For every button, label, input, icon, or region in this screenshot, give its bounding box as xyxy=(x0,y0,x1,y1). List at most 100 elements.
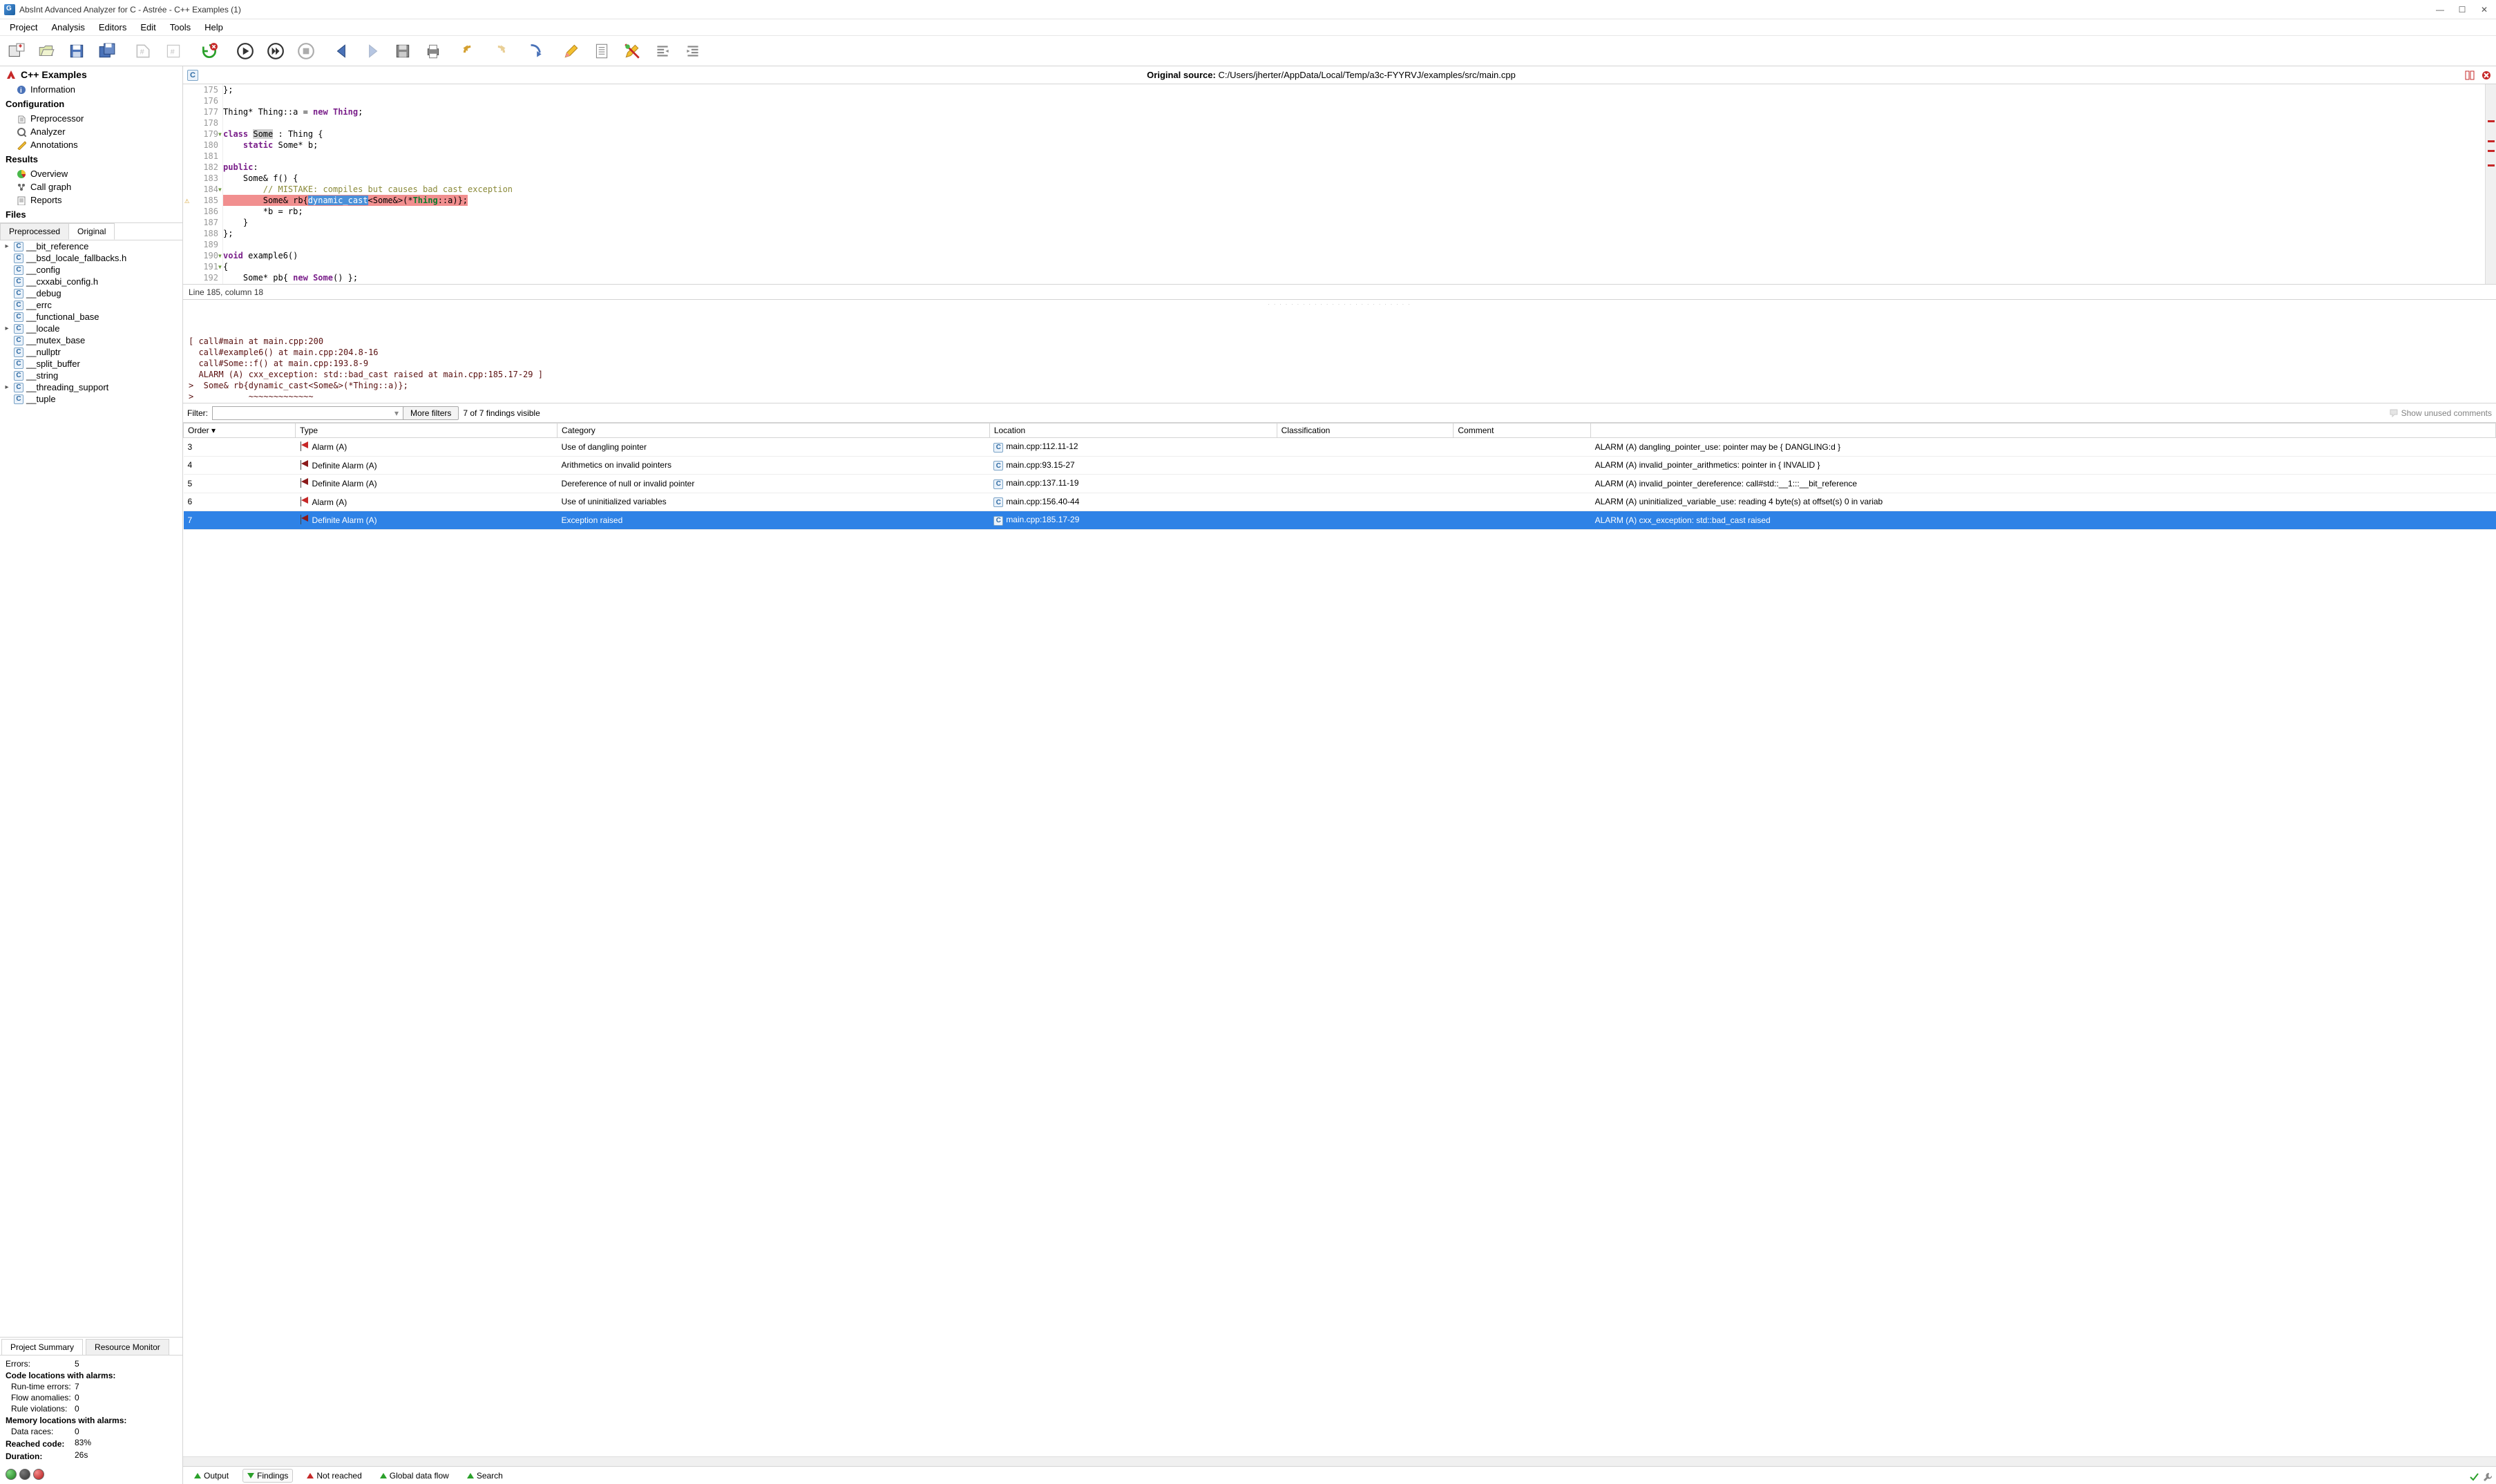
show-unused-comments[interactable]: Show unused comments xyxy=(2389,408,2492,418)
menu-analysis[interactable]: Analysis xyxy=(44,19,91,35)
wrench-icon[interactable] xyxy=(2482,1472,2493,1483)
more-filters-button[interactable]: More filters xyxy=(403,406,459,420)
close-panel-icon[interactable] xyxy=(2481,70,2492,81)
bottom-tab-not-reached[interactable]: Not reached xyxy=(303,1469,365,1482)
split-icon[interactable] xyxy=(2464,70,2475,81)
menu-edit[interactable]: Edit xyxy=(133,19,162,35)
results-call-graph[interactable]: Call graph xyxy=(0,180,182,193)
bottom-tab-findings[interactable]: Findings xyxy=(242,1469,293,1483)
project-node[interactable]: C++ Examples xyxy=(0,66,182,83)
results-overview[interactable]: Overview xyxy=(0,167,182,180)
editor-status: Line 185, column 18 xyxy=(183,285,2496,300)
file-item[interactable]: C__cxxabi_config.h xyxy=(0,276,182,287)
findings-header[interactable]: Classification xyxy=(1277,424,1454,438)
back-button[interactable] xyxy=(327,38,356,64)
refresh-error-button[interactable] xyxy=(195,38,224,64)
forward-button[interactable] xyxy=(358,38,387,64)
line-gutter: 175176177178179▾180181182183184▾⚠1851861… xyxy=(183,84,223,284)
print-button[interactable] xyxy=(419,38,448,64)
titlebar: AbsInt Advanced Analyzer for C - Astrée … xyxy=(0,0,2496,19)
menu-help[interactable]: Help xyxy=(198,19,230,35)
tab-project-summary[interactable]: Project Summary xyxy=(1,1339,83,1355)
file-item[interactable]: ▸C__locale xyxy=(0,323,182,334)
file-item[interactable]: C__split_buffer xyxy=(0,358,182,370)
file-item[interactable]: C__mutex_base xyxy=(0,334,182,346)
file-item[interactable]: C__functional_base xyxy=(0,311,182,323)
menu-editors[interactable]: Editors xyxy=(92,19,133,35)
save-disk-button[interactable] xyxy=(388,38,417,64)
save-as-button[interactable] xyxy=(93,38,122,64)
findings-header[interactable]: Order ▾ xyxy=(184,424,296,438)
resize-handle[interactable]: . . . . . . . . . . . . . . . . . . . . … xyxy=(1268,300,1411,309)
tab-preprocessed[interactable]: Preprocessed xyxy=(0,223,69,240)
save-button[interactable] xyxy=(62,38,91,64)
highlight-button[interactable] xyxy=(618,38,647,64)
message-pane[interactable]: . . . . . . . . . . . . . . . . . . . . … xyxy=(183,300,2496,403)
findings-row[interactable]: 5Definite Alarm (A)Dereference of null o… xyxy=(184,475,2496,493)
redo-button[interactable] xyxy=(485,38,514,64)
comment-icon xyxy=(2389,408,2399,418)
config-annotations[interactable]: Annotations xyxy=(0,138,182,151)
tag-button[interactable]: # xyxy=(128,38,158,64)
findings-header[interactable]: Location xyxy=(989,424,1277,438)
edit-button[interactable] xyxy=(557,38,586,64)
menubar: ProjectAnalysisEditorsEditToolsHelp xyxy=(0,19,2496,36)
indent-right-button[interactable] xyxy=(678,38,707,64)
close-button[interactable]: ✕ xyxy=(2479,5,2489,15)
findings-header[interactable]: Category xyxy=(558,424,990,438)
findings-h-scroll[interactable] xyxy=(183,1456,2496,1466)
file-item[interactable]: C__bsd_locale_fallbacks.h xyxy=(0,252,182,264)
minimize-button[interactable]: — xyxy=(2435,5,2445,15)
findings-row[interactable]: 6Alarm (A)Use of uninitialized variables… xyxy=(184,493,2496,511)
results-reports[interactable]: Reports xyxy=(0,193,182,207)
indent-left-button[interactable] xyxy=(648,38,677,64)
menu-project[interactable]: Project xyxy=(3,19,44,35)
file-item[interactable]: C__config xyxy=(0,264,182,276)
file-list[interactable]: ▸C__bit_referenceC__bsd_locale_fallbacks… xyxy=(0,240,182,1337)
open-project-button[interactable] xyxy=(32,38,61,64)
bottom-tab-search[interactable]: Search xyxy=(463,1469,507,1482)
message-line: call#example6() at main.cpp:204.8-16 xyxy=(189,347,2490,358)
file-item[interactable]: ▸C__bit_reference xyxy=(0,240,182,252)
file-item[interactable]: C__string xyxy=(0,370,182,381)
file-item[interactable]: C__nullptr xyxy=(0,346,182,358)
bottom-tab-global-data-flow[interactable]: Global data flow xyxy=(376,1469,453,1482)
findings-table[interactable]: Order ▾TypeCategoryLocationClassificatio… xyxy=(183,423,2496,1456)
information-node[interactable]: i Information xyxy=(0,83,182,96)
findings-row[interactable]: 4Definite Alarm (A)Arithmetics on invali… xyxy=(184,456,2496,475)
findings-row[interactable]: 7Definite Alarm (A)Exception raisedCmain… xyxy=(184,511,2496,530)
file-item[interactable]: ▸C__threading_support xyxy=(0,381,182,393)
config-analyzer[interactable]: Analyzer xyxy=(0,125,182,138)
code-area[interactable]: }; Thing* Thing::a = new Thing; class So… xyxy=(223,84,2485,284)
file-item[interactable]: C__errc xyxy=(0,299,182,311)
tag-add-button[interactable]: # xyxy=(159,38,188,64)
source-path: Original source: C:/Users/jherter/AppDat… xyxy=(1147,70,1516,80)
findings-header[interactable]: Comment xyxy=(1454,424,1591,438)
code-editor[interactable]: 175176177178179▾180181182183184▾⚠1851861… xyxy=(183,84,2496,285)
config-preprocessor[interactable]: Preprocessor xyxy=(0,112,182,125)
filter-label: Filter: xyxy=(187,408,208,418)
check-icon[interactable] xyxy=(2468,1472,2479,1483)
file-item[interactable]: C__tuple xyxy=(0,393,182,405)
findings-header[interactable]: Type xyxy=(296,424,558,438)
document-button[interactable] xyxy=(587,38,616,64)
fast-forward-button[interactable] xyxy=(261,38,290,64)
light-red xyxy=(33,1469,44,1480)
goto-button[interactable] xyxy=(521,38,550,64)
tab-original[interactable]: Original xyxy=(68,223,115,240)
filter-bar: Filter: ▾ More filters 7 of 7 findings v… xyxy=(183,403,2496,423)
filter-input[interactable] xyxy=(212,406,406,420)
maximize-button[interactable]: ☐ xyxy=(2457,5,2467,15)
tab-resource-monitor[interactable]: Resource Monitor xyxy=(86,1339,169,1355)
run-button[interactable] xyxy=(231,38,260,64)
svg-text:i: i xyxy=(20,87,22,95)
bottom-tab-output[interactable]: Output xyxy=(190,1469,233,1482)
file-item[interactable]: C__debug xyxy=(0,287,182,299)
findings-row[interactable]: 3Alarm (A)Use of dangling pointerCmain.c… xyxy=(184,438,2496,457)
editor-scrollbar[interactable] xyxy=(2485,84,2496,284)
stop-button[interactable] xyxy=(292,38,321,64)
new-project-button[interactable] xyxy=(1,38,30,64)
menu-tools[interactable]: Tools xyxy=(163,19,198,35)
findings-header[interactable] xyxy=(1591,424,2496,438)
undo-button[interactable] xyxy=(455,38,484,64)
